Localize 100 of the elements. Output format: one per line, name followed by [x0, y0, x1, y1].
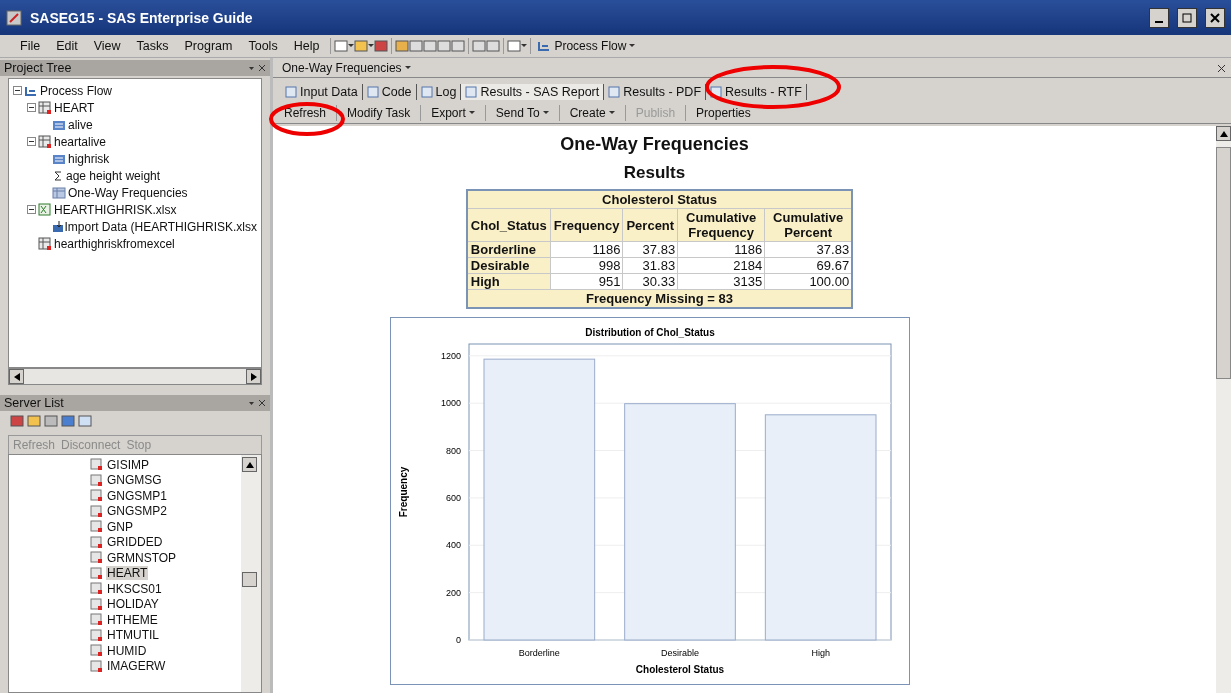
app-icon — [6, 9, 22, 26]
menu-item[interactable]: Tools — [240, 39, 286, 53]
server-item[interactable]: GRIDDED — [106, 535, 164, 550]
vertical-scrollbar[interactable] — [241, 455, 261, 692]
toolbar-icon[interactable] — [451, 39, 466, 53]
menu-item[interactable]: Help — [285, 39, 328, 53]
table-icon — [38, 101, 52, 114]
collapse-icon[interactable] — [27, 137, 36, 146]
close-icon[interactable] — [1218, 64, 1225, 72]
vertical-scrollbar[interactable] — [1216, 126, 1231, 693]
menu-item[interactable]: View — [85, 39, 129, 53]
server-item[interactable]: IMAGERW — [106, 659, 167, 674]
server-item[interactable]: HTMUTIL — [106, 628, 160, 643]
server-item[interactable]: HUMID — [106, 643, 148, 658]
menu-item[interactable]: File — [12, 39, 49, 53]
tree-item[interactable]: HEARTHIGHRISK.xlsx — [54, 202, 177, 217]
document-title[interactable]: One-Way Frequencies — [279, 60, 414, 76]
server-item[interactable]: HTHEME — [106, 612, 159, 627]
toolbar-icon[interactable] — [354, 39, 369, 53]
tree-item[interactable]: age height weight — [66, 168, 161, 183]
document-icon — [608, 86, 621, 98]
caret-icon — [468, 110, 475, 115]
pin-close-icon[interactable] — [248, 64, 266, 72]
maximize-button[interactable] — [1177, 7, 1197, 28]
query-icon — [52, 152, 66, 165]
pane-title: Server List — [4, 396, 64, 410]
tree-item[interactable]: hearthighriskfromexcel — [54, 236, 175, 251]
toolbar-icon[interactable] — [409, 39, 424, 53]
table-cell: 1186 — [550, 241, 623, 258]
horizontal-scrollbar[interactable] — [8, 368, 262, 385]
toolbar-button[interactable]: Export — [428, 104, 478, 121]
column-header: Cumulative Frequency — [677, 208, 765, 242]
tab[interactable]: Results - PDF — [604, 84, 707, 100]
toolbar-icon[interactable] — [395, 39, 410, 53]
x-axis-label: Cholesterol Status — [635, 664, 724, 675]
toolbar-icon[interactable] — [78, 414, 92, 428]
toolbar-icon[interactable] — [472, 39, 487, 53]
y-axis-label: Frequency — [397, 466, 409, 518]
tree-item[interactable]: One-Way Frequencies — [68, 185, 188, 200]
column-header: Frequency — [550, 208, 623, 242]
server-item[interactable]: GNP — [106, 519, 134, 534]
scrollbar-thumb[interactable] — [242, 572, 257, 587]
tree-item[interactable]: Import Data (HEARTHIGHRISK.xlsx — [64, 219, 257, 234]
tab[interactable]: Input Data — [281, 84, 363, 100]
toolbar-button[interactable]: Create — [566, 104, 618, 121]
server-item[interactable]: HOLIDAY — [106, 597, 160, 612]
toolbar-icon[interactable] — [44, 414, 58, 428]
toolbar-icon[interactable] — [423, 39, 438, 53]
server-item[interactable]: HKSCS01 — [106, 581, 163, 596]
collapse-icon[interactable] — [27, 103, 36, 112]
close-button[interactable] — [1205, 7, 1225, 28]
toolbar-icon[interactable] — [507, 39, 522, 53]
arrow-left-icon[interactable] — [13, 372, 20, 381]
tree-item[interactable]: heartalive — [54, 134, 107, 149]
document-icon — [366, 86, 379, 98]
tree-item[interactable]: alive — [68, 117, 93, 132]
toolbar-button[interactable]: Send To — [492, 104, 552, 121]
menu-item[interactable]: Program — [176, 39, 241, 53]
server-item[interactable]: HEART — [106, 566, 149, 581]
table-icon — [90, 644, 103, 658]
toolbar-button[interactable]: Modify Task — [344, 104, 414, 121]
tab[interactable]: Log — [416, 84, 462, 100]
arrow-right-icon[interactable] — [250, 372, 257, 381]
tree-item[interactable]: HEART — [54, 100, 95, 115]
toolbar-icon[interactable] — [486, 39, 501, 53]
collapse-icon[interactable] — [13, 86, 22, 95]
server-item[interactable]: GISIMP — [106, 457, 150, 472]
tab[interactable]: Code — [362, 84, 417, 100]
server-item[interactable]: GNGMSG — [106, 473, 163, 488]
toolbar-icon[interactable] — [374, 39, 389, 53]
collapse-icon[interactable] — [27, 205, 36, 214]
menu-item[interactable]: Tasks — [128, 39, 177, 53]
arrow-up-icon[interactable] — [245, 461, 254, 468]
y-tick-label: 400 — [445, 540, 461, 551]
toolbar-icon[interactable] — [10, 414, 24, 428]
y-tick-label: 800 — [445, 445, 461, 456]
toolbar-icon[interactable] — [61, 414, 75, 428]
table-cell: 2184 — [677, 257, 765, 274]
arrow-up-icon[interactable] — [1219, 130, 1228, 137]
pin-close-icon[interactable] — [248, 399, 266, 407]
menu-item[interactable]: Edit — [48, 39, 86, 53]
document-icon — [465, 86, 478, 98]
server-item[interactable]: GRMNSTOP — [106, 550, 178, 565]
tree-item[interactable]: Process Flow — [40, 83, 113, 98]
tab[interactable]: Results - SAS Report — [461, 84, 605, 100]
toolbar-icon[interactable] — [27, 414, 41, 428]
server-item[interactable]: GNGSMP1 — [106, 488, 168, 503]
document-icon — [710, 86, 723, 98]
toolbar-icon[interactable] — [334, 39, 349, 53]
document-icon — [420, 86, 433, 98]
spreadsheet-icon — [38, 203, 52, 216]
toolbar-button[interactable]: Properties — [693, 104, 754, 121]
toolbar-icon[interactable] — [437, 39, 452, 53]
table-icon — [90, 520, 103, 534]
process-flow-button[interactable]: Process Flow — [534, 38, 630, 54]
server-item[interactable]: GNGSMP2 — [106, 504, 168, 519]
table-icon — [90, 597, 103, 611]
tree-item[interactable]: highrisk — [68, 151, 110, 166]
minimize-button[interactable] — [1149, 7, 1169, 28]
pane-title: Project Tree — [4, 61, 72, 75]
